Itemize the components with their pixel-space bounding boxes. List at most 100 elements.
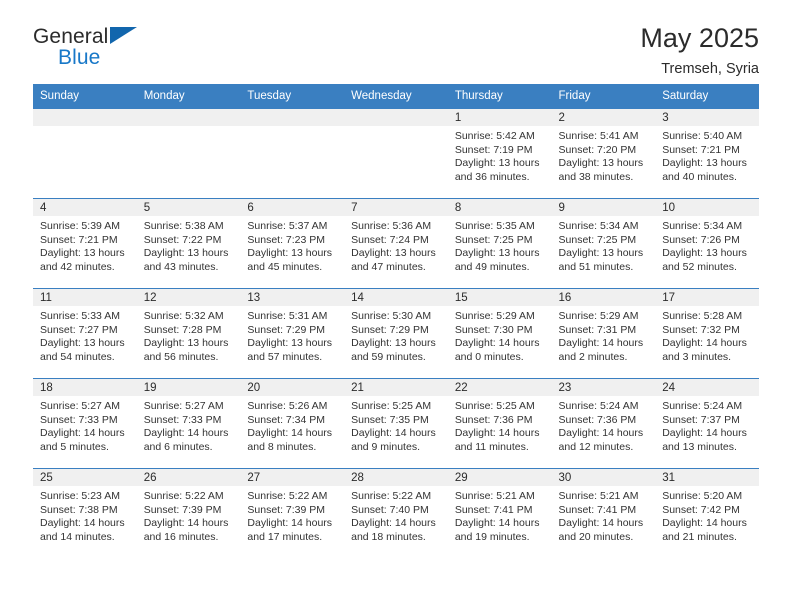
sunset-time: Sunset: 7:23 PM xyxy=(247,233,326,246)
day-details: Sunrise: 5:22 AM Sunset: 7:39 PM Daylight:… xyxy=(240,486,344,544)
sunset-time: Sunset: 7:34 PM xyxy=(247,413,326,426)
calendar-day-cell[interactable]: 7 Sunrise: 5:36 AM Sunset: 7:24 PM Daylight… xyxy=(344,198,448,289)
sunrise-time: Sunrise: 5:20 AM xyxy=(662,490,743,502)
calendar-day-cell[interactable]: 14 Sunrise: 5:30 AM Sunset: 7:29 PM Dayligh… xyxy=(344,288,448,379)
day-number: 30 xyxy=(551,469,656,486)
calendar-day-cell[interactable]: 6 Sunrise: 5:37 AM Sunset: 7:23 PM Daylight… xyxy=(240,198,345,289)
calendar-day-cell[interactable]: 10 Sunrise: 5:34 AM Sunset: 7:26 PM Dayligh… xyxy=(655,198,759,289)
daylight-duration-line2: and 54 minutes. xyxy=(40,350,115,363)
calendar-day-cell[interactable]: 24 Sunrise: 5:24 AM Sunset: 7:37 PM Dayligh… xyxy=(655,378,759,469)
sunset-time: Sunset: 7:30 PM xyxy=(454,323,533,336)
daylight-duration-line1: Daylight: 14 hours xyxy=(351,517,436,530)
calendar-cell-empty xyxy=(344,108,448,199)
day-number: 14 xyxy=(344,289,448,306)
sunrise-time: Sunrise: 5:35 AM xyxy=(454,220,535,232)
daylight-duration-line2: and 17 minutes. xyxy=(247,530,323,543)
calendar-day-cell[interactable]: 28 Sunrise: 5:22 AM Sunset: 7:40 PM Dayligh… xyxy=(344,468,448,559)
daylight-duration-line2: and 20 minutes. xyxy=(558,530,634,543)
calendar-day-cell[interactable]: 19 Sunrise: 5:27 AM Sunset: 7:33 PM Dayligh… xyxy=(136,378,241,469)
calendar-day-cell[interactable]: 27 Sunrise: 5:22 AM Sunset: 7:39 PM Dayligh… xyxy=(240,468,345,559)
daylight-duration-line1: Daylight: 13 hours xyxy=(247,247,333,260)
calendar-cell-empty xyxy=(240,108,345,199)
calendar-body: 1 Sunrise: 5:42 AM Sunset: 7:19 PM Daylight… xyxy=(33,108,759,559)
brand-name-general: General xyxy=(33,25,109,48)
calendar-day-cell[interactable]: 16 Sunrise: 5:29 AM Sunset: 7:31 PM Dayligh… xyxy=(551,288,656,379)
calendar-day-cell[interactable]: 3 Sunrise: 5:40 AM Sunset: 7:21 PM Daylight… xyxy=(655,108,759,199)
day-number xyxy=(240,109,345,126)
sunrise-time: Sunrise: 5:42 AM xyxy=(454,130,535,142)
sunrise-time: Sunrise: 5:22 AM xyxy=(143,490,224,502)
sunrise-time: Sunrise: 5:26 AM xyxy=(247,400,328,412)
month-calendar: Sunday Monday Tuesday Wednesday Thursday… xyxy=(33,84,759,559)
weekday-header-thursday: Thursday xyxy=(447,84,552,109)
daylight-duration-line1: Daylight: 14 hours xyxy=(662,427,747,440)
calendar-day-cell[interactable]: 5 Sunrise: 5:38 AM Sunset: 7:22 PM Daylight… xyxy=(136,198,241,289)
day-details: Sunrise: 5:42 AM Sunset: 7:19 PM Daylight:… xyxy=(448,126,552,184)
daylight-duration-line1: Daylight: 14 hours xyxy=(143,517,229,530)
calendar-day-cell[interactable]: 11 Sunrise: 5:33 AM Sunset: 7:27 PM Dayligh… xyxy=(33,288,137,379)
calendar-day-cell[interactable]: 21 Sunrise: 5:25 AM Sunset: 7:35 PM Dayligh… xyxy=(344,378,448,469)
daylight-duration-line1: Daylight: 14 hours xyxy=(558,427,644,440)
calendar-day-cell[interactable]: 23 Sunrise: 5:24 AM Sunset: 7:36 PM Dayligh… xyxy=(551,378,656,469)
calendar-day-cell[interactable]: 15 Sunrise: 5:29 AM Sunset: 7:30 PM Dayligh… xyxy=(447,288,552,379)
day-details: Sunrise: 5:30 AM Sunset: 7:29 PM Daylight:… xyxy=(344,306,448,364)
calendar-day-cell[interactable]: 1 Sunrise: 5:42 AM Sunset: 7:19 PM Daylight… xyxy=(447,108,552,199)
brand-logo[interactable]: General Blue xyxy=(33,24,153,72)
sunrise-time: Sunrise: 5:31 AM xyxy=(247,310,328,322)
calendar-page: General Blue May 2025 Tremseh, Syria Sun… xyxy=(0,0,792,612)
calendar-day-cell[interactable]: 29 Sunrise: 5:21 AM Sunset: 7:41 PM Dayligh… xyxy=(447,468,552,559)
daylight-duration-line2: and 11 minutes. xyxy=(454,440,529,453)
sunset-time: Sunset: 7:25 PM xyxy=(454,233,533,246)
day-number: 17 xyxy=(655,289,759,306)
daylight-duration-line1: Daylight: 14 hours xyxy=(247,517,333,530)
calendar-day-cell[interactable]: 25 Sunrise: 5:23 AM Sunset: 7:38 PM Dayligh… xyxy=(33,468,137,559)
day-details: Sunrise: 5:32 AM Sunset: 7:28 PM Daylight:… xyxy=(137,306,241,364)
sunrise-time: Sunrise: 5:30 AM xyxy=(351,310,432,322)
daylight-duration-line1: Daylight: 13 hours xyxy=(40,247,125,260)
daylight-duration-line1: Daylight: 14 hours xyxy=(662,337,747,350)
daylight-duration-line2: and 12 minutes. xyxy=(558,440,634,453)
daylight-duration-line1: Daylight: 14 hours xyxy=(558,517,644,530)
daylight-duration-line2: and 40 minutes. xyxy=(662,170,737,183)
day-number: 21 xyxy=(344,379,448,396)
sunset-time: Sunset: 7:41 PM xyxy=(558,503,637,516)
weekday-header-monday: Monday xyxy=(136,84,241,109)
calendar-day-cell[interactable]: 4 Sunrise: 5:39 AM Sunset: 7:21 PM Daylight… xyxy=(33,198,137,289)
calendar-day-cell[interactable]: 12 Sunrise: 5:32 AM Sunset: 7:28 PM Dayligh… xyxy=(136,288,241,379)
daylight-duration-line1: Daylight: 14 hours xyxy=(143,427,229,440)
daylight-duration-line1: Daylight: 14 hours xyxy=(40,517,125,530)
day-number: 13 xyxy=(240,289,345,306)
sunrise-time: Sunrise: 5:22 AM xyxy=(247,490,328,502)
calendar-day-cell[interactable]: 9 Sunrise: 5:34 AM Sunset: 7:25 PM Daylight… xyxy=(551,198,656,289)
daylight-duration-line1: Daylight: 13 hours xyxy=(454,157,540,170)
day-details: Sunrise: 5:31 AM Sunset: 7:29 PM Daylight:… xyxy=(240,306,344,364)
day-details: Sunrise: 5:24 AM Sunset: 7:36 PM Daylight:… xyxy=(552,396,656,454)
calendar-day-cell[interactable]: 2 Sunrise: 5:41 AM Sunset: 7:20 PM Daylight… xyxy=(551,108,656,199)
sunrise-time: Sunrise: 5:40 AM xyxy=(662,130,743,142)
day-details: Sunrise: 5:33 AM Sunset: 7:27 PM Daylight:… xyxy=(33,306,137,364)
brand-name-blue: Blue xyxy=(58,46,101,69)
calendar-day-cell[interactable]: 17 Sunrise: 5:28 AM Sunset: 7:32 PM Dayligh… xyxy=(655,288,759,379)
calendar-day-cell[interactable]: 20 Sunrise: 5:26 AM Sunset: 7:34 PM Dayligh… xyxy=(240,378,345,469)
calendar-day-cell[interactable]: 18 Sunrise: 5:27 AM Sunset: 7:33 PM Dayligh… xyxy=(33,378,137,469)
calendar-day-cell[interactable]: 30 Sunrise: 5:21 AM Sunset: 7:41 PM Dayligh… xyxy=(551,468,656,559)
daylight-duration-line1: Daylight: 13 hours xyxy=(351,247,436,260)
sunset-time: Sunset: 7:19 PM xyxy=(454,143,533,156)
sunset-time: Sunset: 7:32 PM xyxy=(662,323,740,336)
sunset-time: Sunset: 7:33 PM xyxy=(40,413,118,426)
day-details: Sunrise: 5:29 AM Sunset: 7:30 PM Daylight:… xyxy=(448,306,552,364)
calendar-day-cell[interactable]: 31 Sunrise: 5:20 AM Sunset: 7:42 PM Dayligh… xyxy=(655,468,759,559)
calendar-day-cell[interactable]: 26 Sunrise: 5:22 AM Sunset: 7:39 PM Dayligh… xyxy=(136,468,241,559)
calendar-day-cell[interactable]: 22 Sunrise: 5:25 AM Sunset: 7:36 PM Dayligh… xyxy=(447,378,552,469)
sunset-time: Sunset: 7:29 PM xyxy=(247,323,326,336)
sunset-time: Sunset: 7:39 PM xyxy=(247,503,326,516)
daylight-duration-line2: and 0 minutes. xyxy=(454,350,524,363)
calendar-day-cell[interactable]: 13 Sunrise: 5:31 AM Sunset: 7:29 PM Dayligh… xyxy=(240,288,345,379)
daylight-duration-line1: Daylight: 13 hours xyxy=(351,337,436,350)
day-number: 5 xyxy=(136,199,241,216)
daylight-duration-line2: and 9 minutes. xyxy=(351,440,420,453)
daylight-duration-line1: Daylight: 13 hours xyxy=(454,247,540,260)
day-number: 29 xyxy=(447,469,552,486)
calendar-day-cell[interactable]: 8 Sunrise: 5:35 AM Sunset: 7:25 PM Daylight… xyxy=(447,198,552,289)
day-details: Sunrise: 5:29 AM Sunset: 7:31 PM Daylight:… xyxy=(552,306,656,364)
